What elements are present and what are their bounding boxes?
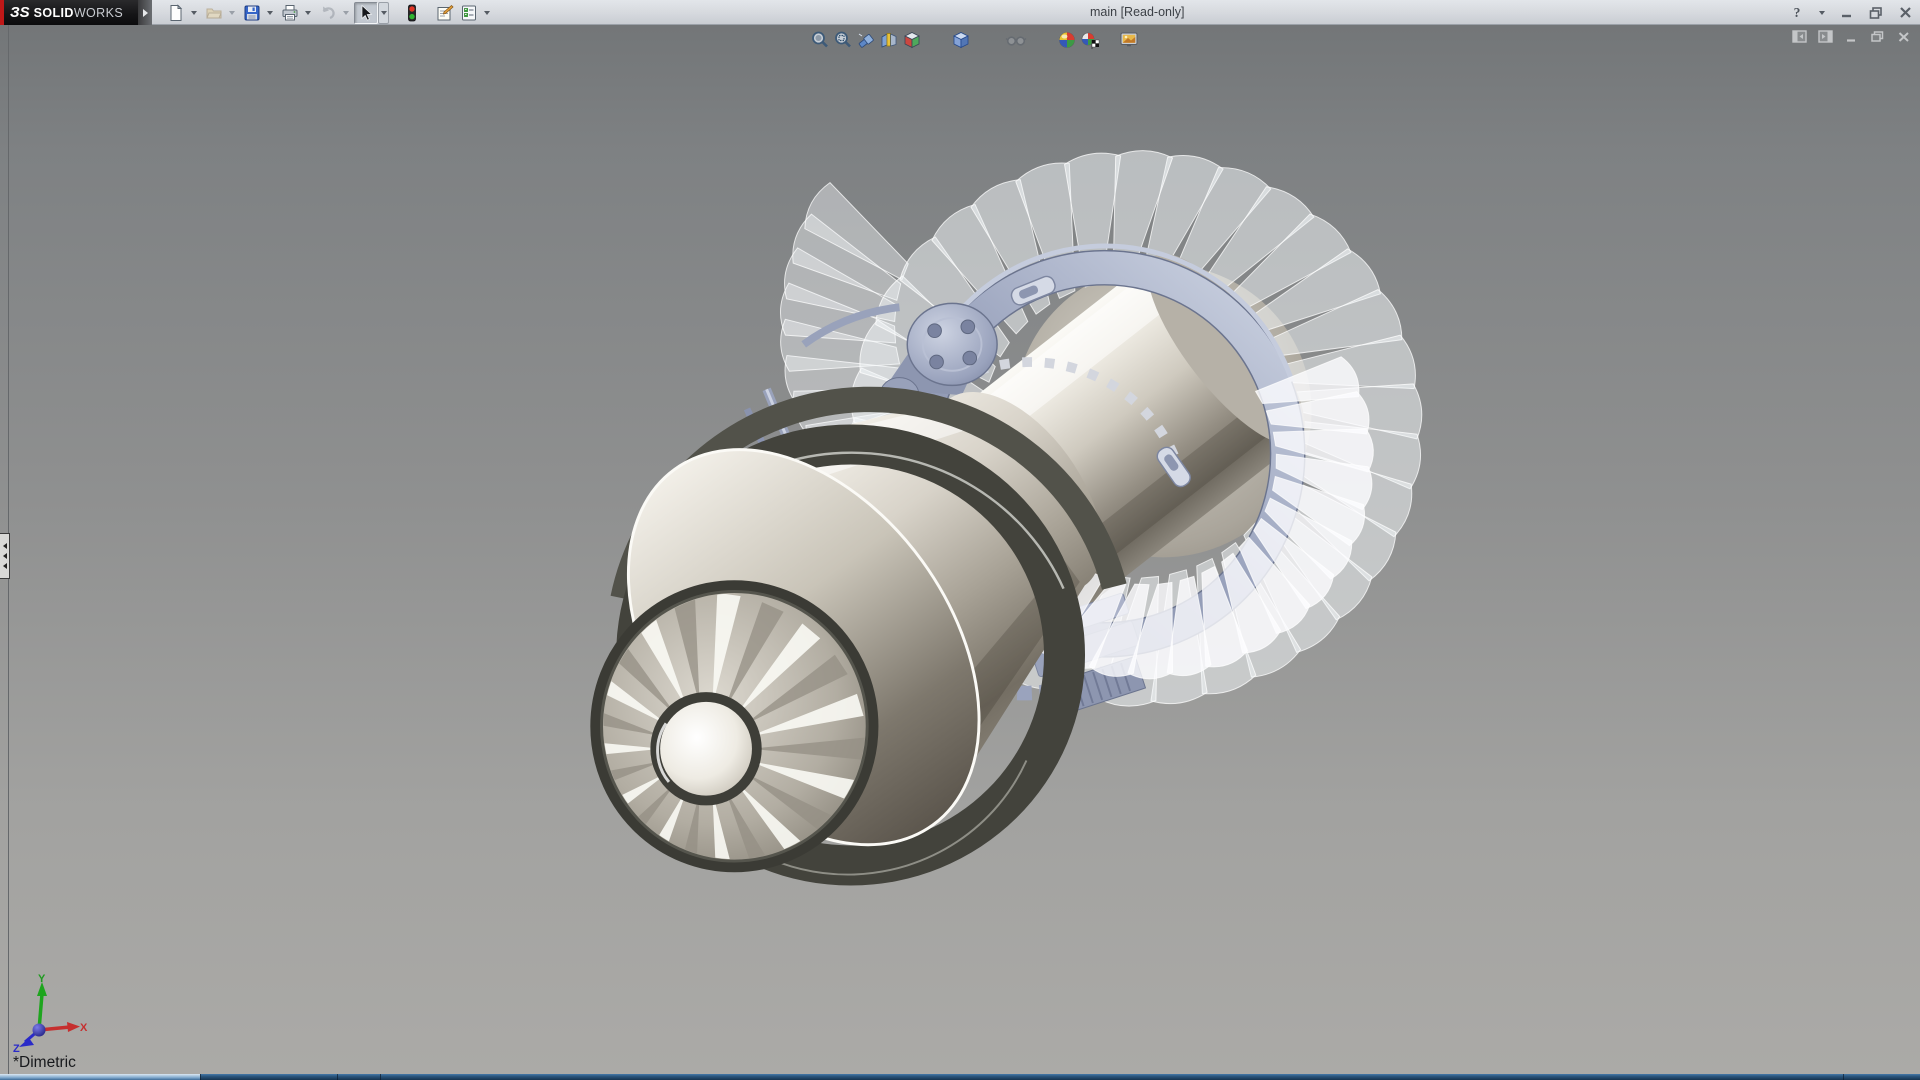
traffic-light-button[interactable] bbox=[400, 2, 424, 24]
section-view-button[interactable] bbox=[877, 29, 900, 51]
view-orientation-button[interactable] bbox=[900, 29, 923, 51]
close-document-button[interactable] bbox=[1895, 29, 1912, 44]
minimize-doc-icon bbox=[1846, 32, 1858, 42]
view-orientation-label: *Dimetric bbox=[13, 1054, 76, 1072]
window-title: main [Read-only] bbox=[1090, 5, 1185, 19]
previous-view-button[interactable] bbox=[854, 29, 877, 51]
right-pane-icon bbox=[1818, 30, 1833, 43]
design-checklist-button[interactable] bbox=[457, 2, 481, 24]
help-icon: ? bbox=[1794, 5, 1801, 21]
previous-view-icon bbox=[856, 30, 876, 50]
save-dropdown[interactable] bbox=[264, 2, 275, 24]
taskbar-divider bbox=[337, 1074, 338, 1080]
select-tool-dropdown[interactable] bbox=[378, 2, 389, 24]
section-view-icon bbox=[879, 30, 899, 50]
collapse-arrow-icon bbox=[3, 543, 7, 549]
undo-dropdown[interactable] bbox=[340, 2, 351, 24]
minimize-window-button[interactable] bbox=[1838, 4, 1856, 22]
new-document-button[interactable] bbox=[164, 2, 188, 24]
select-tool-button[interactable] bbox=[354, 2, 378, 24]
hide-show-items-icon bbox=[1005, 30, 1027, 50]
window-controls: ? bbox=[1788, 0, 1914, 25]
restore-icon bbox=[1869, 7, 1883, 19]
zoom-to-fit-icon bbox=[810, 30, 830, 50]
headsup-view-toolbar bbox=[808, 28, 1140, 52]
solidworks-window: ЗS SOLIDWORKS bbox=[0, 0, 1920, 1080]
left-pane-icon bbox=[1792, 30, 1807, 43]
restore-doc-icon bbox=[1871, 31, 1884, 42]
restore-document-button[interactable] bbox=[1869, 29, 1886, 44]
new-document-icon bbox=[167, 4, 185, 22]
document-controls bbox=[1791, 29, 1912, 44]
view-settings-button[interactable] bbox=[1117, 29, 1140, 51]
view-orientation-icon bbox=[902, 30, 922, 50]
comment-note-icon bbox=[435, 4, 454, 22]
main-toolbar bbox=[164, 1, 495, 24]
collapse-arrow-icon bbox=[3, 553, 7, 559]
jet-engine-model bbox=[0, 25, 1920, 1074]
triad-y-label: Y bbox=[38, 973, 46, 985]
taskbar-divider bbox=[200, 1074, 201, 1080]
display-style-icon bbox=[951, 30, 971, 50]
help-button[interactable]: ? bbox=[1788, 4, 1806, 22]
close-icon bbox=[1899, 7, 1912, 18]
help-dropdown[interactable] bbox=[1817, 4, 1827, 22]
dassault-logo-icon: ЗS bbox=[10, 4, 30, 21]
open-document-icon bbox=[205, 4, 223, 22]
open-document-button[interactable] bbox=[202, 2, 226, 24]
expand-arrow-icon bbox=[143, 9, 148, 17]
hide-show-items-button[interactable] bbox=[1004, 29, 1027, 51]
comment-note-button[interactable] bbox=[432, 2, 457, 24]
collapsed-feature-pane-tab[interactable] bbox=[0, 533, 10, 579]
taskbar-divider bbox=[380, 1074, 381, 1080]
design-checklist-icon bbox=[460, 4, 478, 22]
zoom-to-area-button[interactable] bbox=[831, 29, 854, 51]
zoom-to-fit-button[interactable] bbox=[808, 29, 831, 51]
apply-scene-icon bbox=[1080, 30, 1100, 50]
zoom-to-area-icon bbox=[833, 30, 853, 50]
reference-triad: Y X Z bbox=[12, 972, 90, 1052]
graphics-viewport[interactable]: Y X Z *Dimetric bbox=[0, 25, 1920, 1074]
minimize-icon bbox=[1841, 7, 1854, 18]
traffic-light-icon bbox=[403, 4, 421, 22]
undo-icon bbox=[319, 4, 337, 22]
title-bar: ЗS SOLIDWORKS bbox=[0, 0, 1920, 25]
triad-x-label: X bbox=[80, 1022, 88, 1034]
taskbar-segment bbox=[0, 1074, 200, 1080]
minimize-document-button[interactable] bbox=[1843, 29, 1860, 44]
print-icon bbox=[281, 4, 299, 22]
edit-appearance-icon bbox=[1057, 30, 1077, 50]
brand-works-text: WORKS bbox=[74, 6, 123, 20]
tail-hub bbox=[650, 692, 761, 805]
triad-z-label: Z bbox=[13, 1043, 20, 1052]
solidworks-logo: ЗS SOLIDWORKS bbox=[0, 0, 138, 25]
taskbar-edge[interactable] bbox=[0, 1074, 1920, 1080]
taskbar-divider bbox=[1843, 1074, 1844, 1080]
apply-scene-button[interactable] bbox=[1078, 29, 1101, 51]
save-button[interactable] bbox=[240, 2, 264, 24]
open-document-dropdown[interactable] bbox=[226, 2, 237, 24]
close-doc-icon bbox=[1898, 32, 1910, 42]
print-dropdown[interactable] bbox=[302, 2, 313, 24]
view-settings-icon bbox=[1119, 30, 1139, 50]
brand-solid-text: SOLID bbox=[34, 6, 74, 20]
restore-window-button[interactable] bbox=[1867, 4, 1885, 22]
edit-appearance-button[interactable] bbox=[1055, 29, 1078, 51]
show-left-pane-button[interactable] bbox=[1791, 29, 1808, 44]
print-button[interactable] bbox=[278, 2, 302, 24]
collapse-arrow-icon bbox=[3, 563, 7, 569]
show-right-pane-button[interactable] bbox=[1817, 29, 1834, 44]
design-checklist-dropdown[interactable] bbox=[481, 2, 492, 24]
new-document-dropdown[interactable] bbox=[188, 2, 199, 24]
menu-expand-button[interactable] bbox=[138, 0, 152, 25]
display-style-button[interactable] bbox=[949, 29, 972, 51]
save-icon bbox=[243, 4, 261, 22]
select-cursor-icon bbox=[357, 4, 375, 22]
close-window-button[interactable] bbox=[1896, 4, 1914, 22]
undo-button[interactable] bbox=[316, 2, 340, 24]
